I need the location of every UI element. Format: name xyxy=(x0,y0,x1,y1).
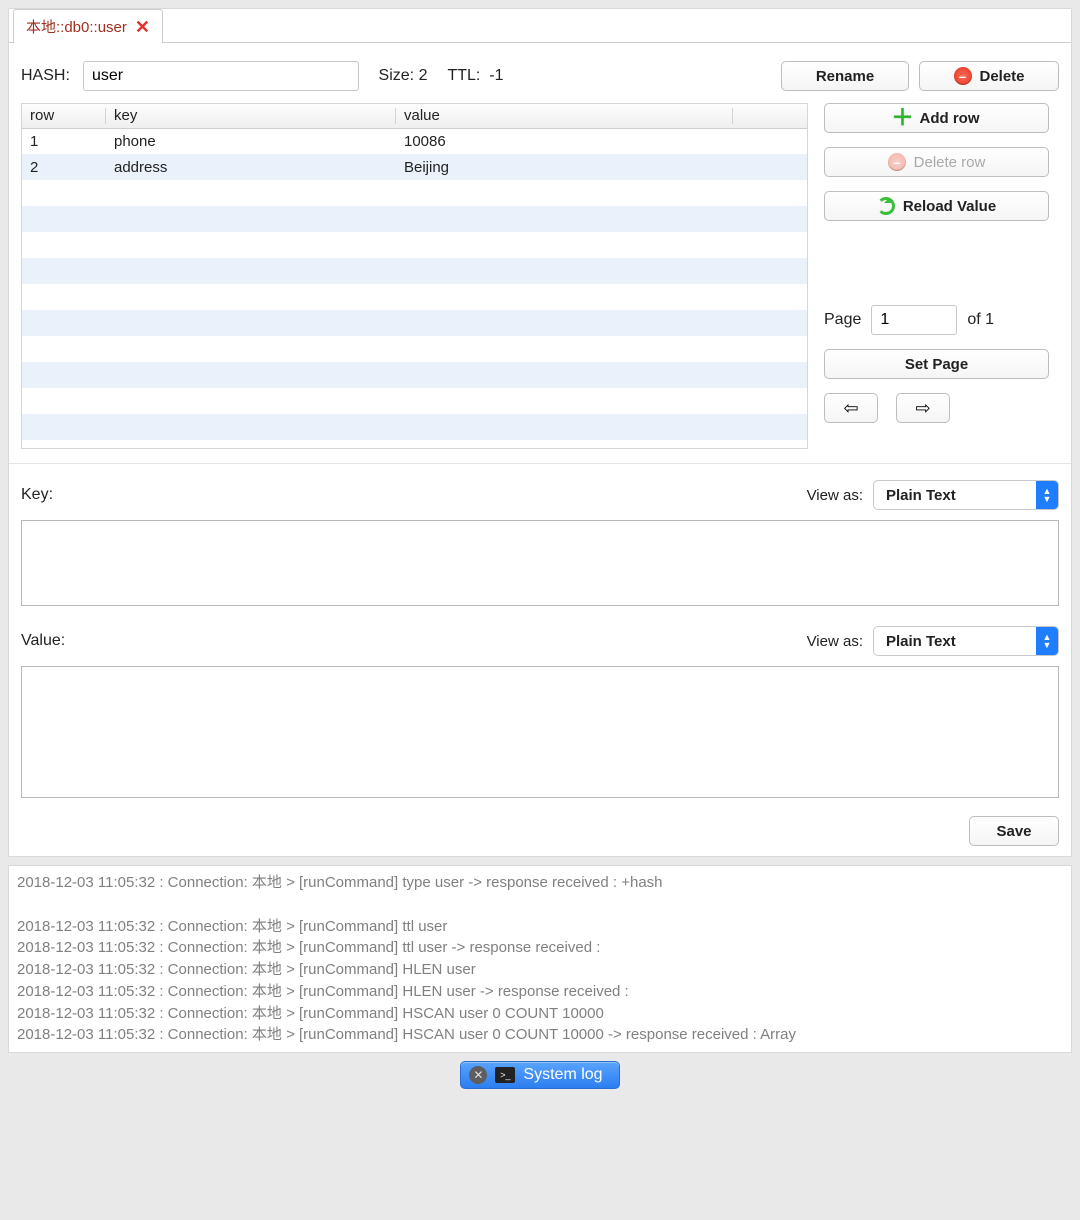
col-key[interactable]: key xyxy=(106,104,396,128)
close-icon[interactable]: ✕ xyxy=(135,18,150,36)
arrow-right-icon: ⇨ xyxy=(915,398,930,419)
set-page-button[interactable]: Set Page xyxy=(824,349,1049,379)
viewas-value-select[interactable]: Plain Text ▲▼ xyxy=(873,626,1059,656)
table-row xyxy=(22,206,807,232)
add-row-button[interactable]: ＋ Add row xyxy=(824,103,1049,133)
key-name-input[interactable] xyxy=(83,61,359,91)
plus-icon: ＋ xyxy=(894,109,912,127)
table-row xyxy=(22,388,807,414)
close-mini-icon[interactable]: ✕ xyxy=(469,1066,487,1084)
terminal-icon: >_ xyxy=(495,1067,515,1083)
hash-table[interactable]: row key value 1phone100862addressBeijing xyxy=(21,103,808,449)
rename-button[interactable]: Rename xyxy=(781,61,909,91)
editor-panel: 本地::db0::user ✕ HASH: Size: 2 TTL: -1 Re… xyxy=(8,8,1072,857)
table-row[interactable]: 2addressBeijing xyxy=(22,154,807,180)
key-editor-label: Key: xyxy=(21,486,53,504)
table-row[interactable]: 1phone10086 xyxy=(22,128,807,154)
tab-title: 本地::db0::user xyxy=(26,16,127,37)
save-button[interactable]: Save xyxy=(969,816,1059,846)
delete-row-icon: – xyxy=(888,153,906,171)
table-row xyxy=(22,180,807,206)
table-row xyxy=(22,232,807,258)
arrow-left-icon: ⇦ xyxy=(843,398,858,419)
value-editor-label: Value: xyxy=(21,632,65,650)
table-row xyxy=(22,362,807,388)
page-input[interactable] xyxy=(871,305,957,335)
col-empty xyxy=(733,104,807,128)
tab-bar: 本地::db0::user ✕ xyxy=(9,9,1071,43)
page-label: Page xyxy=(824,311,861,329)
table-header-row: row key value xyxy=(22,104,807,128)
chevron-updown-icon: ▲▼ xyxy=(1036,481,1058,509)
size-label: Size: 2 xyxy=(369,67,428,85)
viewas-key-select[interactable]: Plain Text ▲▼ xyxy=(873,480,1059,510)
viewas-value-label: View as: xyxy=(807,633,863,650)
table-row xyxy=(22,310,807,336)
chevron-updown-icon: ▲▼ xyxy=(1036,627,1058,655)
reload-value-button[interactable]: Reload Value xyxy=(824,191,1049,221)
table-row xyxy=(22,414,807,440)
table-row xyxy=(22,284,807,310)
prev-page-button[interactable]: ⇦ xyxy=(824,393,878,423)
delete-icon: – xyxy=(954,67,972,85)
key-textarea[interactable] xyxy=(21,520,1059,606)
table-row xyxy=(22,258,807,284)
sidebar-actions: ＋ Add row – Delete row Reload Value Page… xyxy=(824,103,1059,449)
delete-row-button[interactable]: – Delete row xyxy=(824,147,1049,177)
pager: Page of 1 xyxy=(824,305,1059,335)
col-value[interactable]: value xyxy=(396,104,733,128)
delete-button[interactable]: – Delete xyxy=(919,61,1059,91)
system-log-button[interactable]: ✕ >_ System log xyxy=(460,1061,619,1089)
system-log-output[interactable]: 2018-12-03 11:05:32 : Connection: 本地 > [… xyxy=(8,865,1072,1053)
table-row xyxy=(22,336,807,362)
ttl-label: TTL: -1 xyxy=(437,67,503,85)
page-of: of 1 xyxy=(967,311,994,329)
type-label: HASH: xyxy=(21,67,73,85)
reload-icon xyxy=(877,197,895,215)
next-page-button[interactable]: ⇨ xyxy=(896,393,950,423)
tab-active[interactable]: 本地::db0::user ✕ xyxy=(13,9,163,43)
viewas-key-label: View as: xyxy=(807,487,863,504)
col-row[interactable]: row xyxy=(22,104,106,128)
value-textarea[interactable] xyxy=(21,666,1059,798)
key-header-row: HASH: Size: 2 TTL: -1 Rename – Delete xyxy=(21,61,1059,91)
